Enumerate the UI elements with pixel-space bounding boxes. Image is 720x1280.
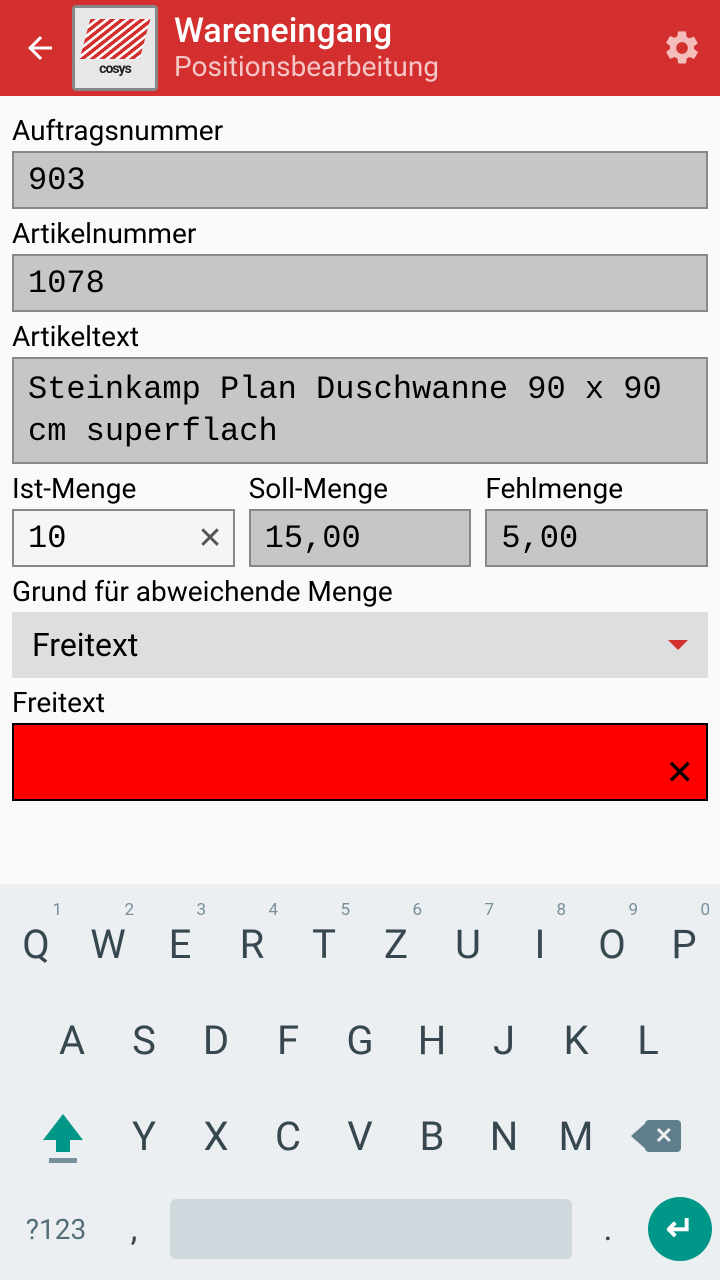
key-i[interactable]: I8 <box>504 896 576 992</box>
key-r[interactable]: R4 <box>216 896 288 992</box>
key-t[interactable]: T5 <box>288 896 360 992</box>
symbols-key[interactable]: ?123 <box>8 1213 104 1246</box>
key-hint: 0 <box>700 900 710 920</box>
fehlmenge-value: 5,00 <box>501 520 578 557</box>
logo-text: cosys <box>99 61 131 77</box>
period-key[interactable]: . <box>578 1209 638 1249</box>
key-hint: 2 <box>124 900 134 920</box>
key-u[interactable]: U7 <box>432 896 504 992</box>
key-n[interactable]: N <box>468 1088 540 1184</box>
key-x[interactable]: X <box>180 1088 252 1184</box>
key-hint: 3 <box>196 900 206 920</box>
fehlmenge-label: Fehlmenge <box>485 472 708 505</box>
grund-value: Freitext <box>32 626 138 664</box>
page-title: Wareneingang <box>174 13 660 50</box>
key-h[interactable]: H <box>396 992 468 1088</box>
key-hint: 4 <box>268 900 278 920</box>
artikelnummer-value: 1078 <box>28 265 105 302</box>
key-o[interactable]: O9 <box>576 896 648 992</box>
freitext-label: Freitext <box>12 686 708 719</box>
key-hint: 6 <box>412 900 422 920</box>
key-e[interactable]: E3 <box>144 896 216 992</box>
artikeltext-value: Steinkamp Plan Duschwanne 90 x 90 cm sup… <box>28 371 662 450</box>
key-b[interactable]: B <box>396 1088 468 1184</box>
key-q[interactable]: Q1 <box>0 896 72 992</box>
grund-dropdown[interactable]: Freitext <box>12 612 708 678</box>
page-subtitle: Positionsbearbeitung <box>174 50 660 84</box>
artikelnummer-label: Artikelnummer <box>12 217 708 250</box>
key-v[interactable]: V <box>324 1088 396 1184</box>
grund-label: Grund für abweichende Menge <box>12 575 708 608</box>
freitext-field[interactable]: ✕ <box>12 723 708 801</box>
soll-menge-field[interactable]: 15,00 <box>249 509 472 567</box>
key-c[interactable]: C <box>252 1088 324 1184</box>
keyboard-row-2: ASDFGHJKL <box>0 992 720 1088</box>
artikeltext-label: Artikeltext <box>12 320 708 353</box>
enter-key[interactable]: ↵ <box>648 1197 712 1261</box>
soll-menge-label: Soll-Menge <box>249 472 472 505</box>
ist-menge-value: 10 <box>28 520 66 557</box>
keyboard-row-3: YXCVBNM ✕ <box>0 1088 720 1184</box>
artikeltext-field[interactable]: Steinkamp Plan Duschwanne 90 x 90 cm sup… <box>12 357 708 464</box>
chevron-down-icon <box>668 640 688 650</box>
key-d[interactable]: D <box>180 992 252 1088</box>
key-hint: 1 <box>52 900 62 920</box>
settings-button[interactable] <box>660 26 704 70</box>
key-y[interactable]: Y <box>108 1088 180 1184</box>
soll-menge-value: 15,00 <box>265 520 361 557</box>
key-f[interactable]: F <box>252 992 324 1088</box>
soft-keyboard: Q1W2E3R4T5Z6U7I8O9P0 ASDFGHJKL YXCVBNM ✕… <box>0 884 720 1280</box>
clear-icon[interactable]: ✕ <box>198 521 223 556</box>
shift-icon <box>45 1118 81 1154</box>
key-a[interactable]: A <box>36 992 108 1088</box>
ist-menge-field[interactable]: 10 ✕ <box>12 509 235 567</box>
fehlmenge-field[interactable]: 5,00 <box>485 509 708 567</box>
backspace-key[interactable]: ✕ <box>612 1088 702 1184</box>
auftragsnummer-value: 903 <box>28 162 86 199</box>
shift-key[interactable] <box>18 1088 108 1184</box>
key-m[interactable]: M <box>540 1088 612 1184</box>
enter-icon: ↵ <box>666 1209 695 1249</box>
key-s[interactable]: S <box>108 992 180 1088</box>
ist-menge-label: Ist-Menge <box>12 472 235 505</box>
key-hint: 9 <box>628 900 638 920</box>
keyboard-row-4: ?123 , . ↵ <box>0 1184 720 1280</box>
key-g[interactable]: G <box>324 992 396 1088</box>
form-content: Auftragsnummer 903 Artikelnummer 1078 Ar… <box>0 96 720 811</box>
key-p[interactable]: P0 <box>648 896 720 992</box>
auftragsnummer-field[interactable]: 903 <box>12 151 708 209</box>
key-w[interactable]: W2 <box>72 896 144 992</box>
key-hint: 5 <box>340 900 350 920</box>
header-titles: Wareneingang Positionsbearbeitung <box>174 13 660 84</box>
close-icon[interactable]: ✕ <box>666 753 695 793</box>
comma-key[interactable]: , <box>104 1209 164 1249</box>
artikelnummer-field[interactable]: 1078 <box>12 254 708 312</box>
key-k[interactable]: K <box>540 992 612 1088</box>
app-header: cosys Wareneingang Positionsbearbeitung <box>0 0 720 96</box>
key-hint: 8 <box>556 900 566 920</box>
arrow-left-icon <box>22 30 58 66</box>
key-l[interactable]: L <box>612 992 684 1088</box>
backspace-icon: ✕ <box>633 1118 681 1154</box>
app-logo: cosys <box>72 5 158 91</box>
key-hint: 7 <box>484 900 494 920</box>
key-z[interactable]: Z6 <box>360 896 432 992</box>
auftragsnummer-label: Auftragsnummer <box>12 114 708 147</box>
key-j[interactable]: J <box>468 992 540 1088</box>
logo-stripes-icon <box>80 19 151 59</box>
back-button[interactable] <box>16 24 64 72</box>
keyboard-row-1: Q1W2E3R4T5Z6U7I8O9P0 <box>0 896 720 992</box>
gear-icon <box>662 28 702 68</box>
space-key[interactable] <box>170 1199 572 1259</box>
